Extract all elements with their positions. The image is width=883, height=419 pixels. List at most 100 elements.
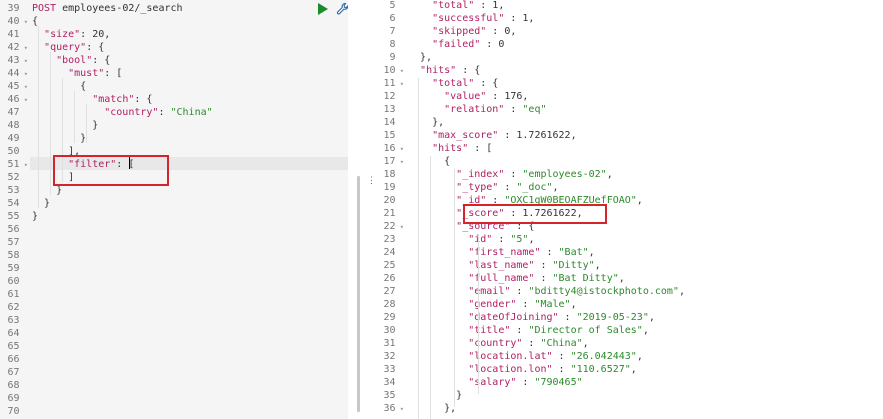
json-punctuation: }	[32, 211, 39, 222]
json-key: "total"	[432, 78, 475, 89]
line-number-text: 49	[7, 133, 20, 144]
fold-toggle-icon[interactable]: ▾	[20, 44, 28, 52]
json-punctuation: ,	[642, 325, 649, 336]
fold-toggle-icon[interactable]: ▾	[20, 57, 28, 65]
code-line: "hits" : {	[408, 64, 480, 77]
wrench-icon[interactable]	[336, 2, 348, 16]
line-number: 58	[0, 249, 28, 262]
line-number: 50	[0, 145, 28, 158]
json-key: "email"	[468, 286, 511, 297]
json-key: "successful"	[432, 13, 505, 24]
json-key: "gender"	[468, 299, 517, 310]
json-punctuation: :	[540, 247, 559, 258]
code-line: POST employees-02/_search	[32, 2, 183, 15]
line-number: 36 ▾	[376, 402, 404, 415]
fold-toggle-icon[interactable]: ▾	[396, 80, 404, 88]
json-punctuation: : 1,	[474, 0, 505, 11]
fold-toggle-icon[interactable]: ▾	[20, 161, 28, 169]
json-key: "country"	[468, 338, 523, 349]
pane-divider[interactable]	[348, 0, 376, 419]
code-line: "gender" : "Male",	[408, 298, 577, 311]
json-punctuation: ,	[630, 364, 637, 375]
line-number: 70	[0, 405, 28, 418]
line-number-text: 15	[383, 130, 396, 141]
json-punctuation: }	[32, 198, 51, 209]
fold-toggle-icon[interactable]: ▾	[20, 83, 28, 91]
line-number-text: 19	[383, 182, 396, 193]
code-line: "bool": {	[32, 54, 110, 67]
line-number-text: 25	[383, 260, 396, 271]
json-punctuation: :	[522, 338, 541, 349]
vertical-dots-icon[interactable]: ⋮	[367, 176, 376, 186]
code-line: "country": "China"	[32, 106, 212, 119]
request-editor[interactable]: 39 POST employees-02/_search 40 ▾ {41 "siz…	[0, 0, 348, 419]
json-punctuation: :	[552, 351, 571, 362]
line-number-text: 21	[383, 208, 396, 219]
fold-toggle-icon[interactable]: ▾	[396, 223, 404, 231]
line-number-text: 52	[7, 172, 20, 183]
line-number-text: 34	[383, 377, 396, 388]
json-string: "employees-02"	[522, 169, 607, 180]
line-number: 42 ▾	[0, 41, 28, 54]
json-key: "hits"	[420, 65, 457, 76]
json-punctuation: }	[32, 133, 87, 144]
json-punctuation: },	[408, 403, 457, 414]
json-punctuation: :	[558, 312, 577, 323]
code-line: "successful" : 1,	[408, 12, 534, 25]
code-line: "id" : "5",	[408, 233, 534, 246]
play-icon[interactable]	[318, 3, 328, 15]
line-number-text: 45	[7, 81, 20, 92]
json-string: "eq"	[522, 104, 547, 115]
line-number-text: 10	[383, 65, 396, 76]
line-number: 59	[0, 262, 28, 275]
line-number-text: 61	[7, 289, 20, 300]
line-number: 40 ▾	[0, 15, 28, 28]
line-number: 27	[376, 285, 404, 298]
json-punctuation: ,	[570, 299, 577, 310]
line-number-text: 29	[383, 312, 396, 323]
line-number: 6	[376, 12, 404, 25]
fold-toggle-icon[interactable]: ▾	[396, 158, 404, 166]
code-line: }	[32, 210, 38, 223]
line-number: 66	[0, 353, 28, 366]
fold-toggle-icon[interactable]: ▾	[396, 67, 404, 75]
fold-toggle-icon[interactable]: ▾	[20, 96, 28, 104]
line-number-text: 23	[383, 234, 396, 245]
line-number-text: 16	[383, 143, 396, 154]
fold-toggle-icon[interactable]: ▾	[396, 145, 404, 153]
line-number-text: 55	[7, 211, 20, 222]
line-number-text: 39	[7, 3, 20, 14]
code-line: "first_name" : "Bat",	[408, 246, 594, 259]
fold-toggle-icon[interactable]: ▾	[396, 405, 404, 413]
fold-toggle-icon[interactable]: ▾	[20, 18, 28, 26]
line-number-text: 43	[7, 55, 20, 66]
json-punctuation: ,	[636, 351, 643, 362]
fold-toggle-icon[interactable]: ▾	[20, 70, 28, 78]
json-key: "title"	[468, 325, 511, 336]
json-string: "Ditty"	[552, 260, 595, 271]
json-punctuation: },	[408, 117, 445, 128]
json-punctuation	[408, 0, 432, 11]
line-number: 25	[376, 259, 404, 272]
json-punctuation	[408, 91, 444, 102]
line-number-text: 65	[7, 341, 20, 352]
request-scrollbar[interactable]	[357, 176, 360, 412]
line-number: 8	[376, 38, 404, 51]
json-punctuation	[408, 13, 432, 24]
